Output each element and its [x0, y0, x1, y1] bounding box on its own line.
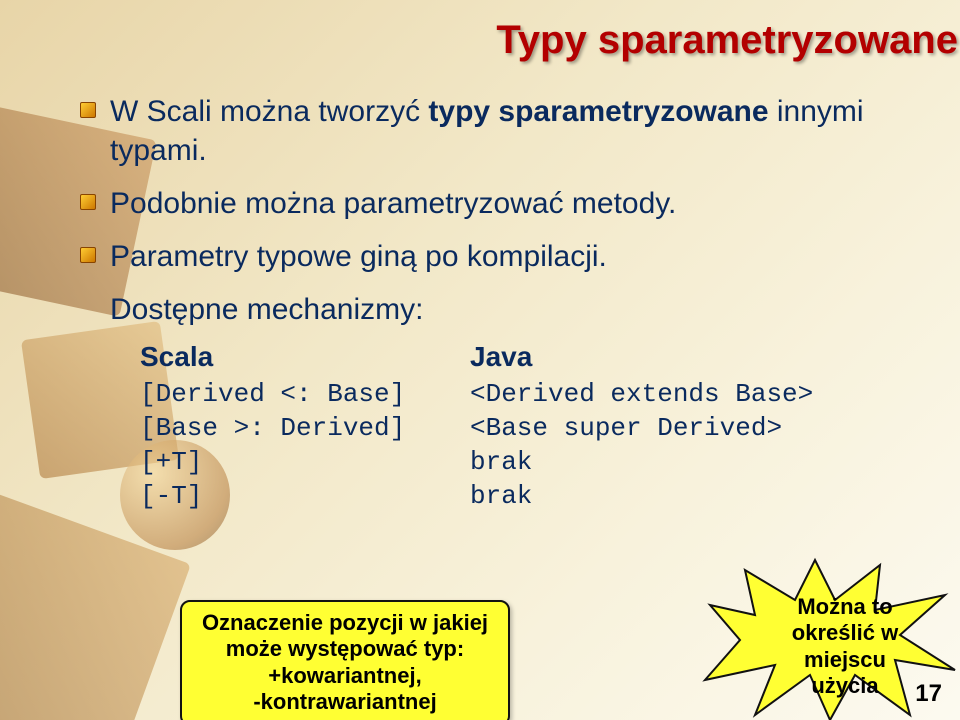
table-row: [Base >: Derived] <Base super Derived>	[140, 413, 920, 443]
table-cell: [+T]	[140, 447, 470, 477]
bullet-icon	[80, 102, 96, 118]
table-cell: [Derived <: Base]	[140, 379, 470, 409]
table-row: [-T] brak	[140, 481, 920, 511]
bullet-text: W Scali można tworzyć typy sparametryzow…	[110, 92, 920, 170]
bullet-icon	[80, 194, 96, 210]
callout-line: Oznaczenie pozycji w jakiej	[198, 610, 492, 636]
table-row: [+T] brak	[140, 447, 920, 477]
page-number: 17	[915, 680, 942, 708]
callout-line: miejscu użycia	[776, 647, 914, 700]
bullet-icon	[80, 247, 96, 263]
text-bold-fragment: typy sparametryzowane	[428, 95, 768, 128]
table-cell: brak	[470, 447, 910, 477]
table-header: Scala Java	[140, 341, 920, 373]
callout-line: Można to	[776, 594, 914, 620]
table-cell: [-T]	[140, 481, 470, 511]
table-cell: <Base super Derived>	[470, 413, 910, 443]
bullet-item: W Scali można tworzyć typy sparametryzow…	[80, 92, 920, 170]
callout-line: +kowariantnej,	[198, 663, 492, 689]
table-cell: <Derived extends Base>	[470, 379, 910, 409]
text-fragment: W Scali można tworzyć	[110, 95, 428, 128]
slide: Typy sparametryzowane W Scali można twor…	[0, 0, 960, 720]
callout-line: -kontrawariantnej	[198, 689, 492, 715]
table-header-java: Java	[470, 341, 910, 373]
callout-use-site: Można to określić w miejscu użycia	[760, 586, 930, 708]
bullet-text: Podobnie można parametryzować metody.	[110, 184, 676, 223]
mechanisms-label: Dostępne mechanizmy:	[110, 290, 920, 331]
table-cell: brak	[470, 481, 910, 511]
callout-line: określić w	[776, 620, 914, 646]
callout-variance: Oznaczenie pozycji w jakiej może występo…	[180, 600, 510, 720]
bullet-item: Parametry typowe giną po kompilacji.	[80, 237, 920, 276]
callout-line: może występować typ:	[198, 636, 492, 662]
slide-title: Typy sparametryzowane	[260, 18, 960, 63]
table-cell: [Base >: Derived]	[140, 413, 470, 443]
comparison-table: Scala Java [Derived <: Base] <Derived ex…	[140, 341, 920, 511]
table-header-scala: Scala	[140, 341, 470, 373]
bullet-text: Parametry typowe giną po kompilacji.	[110, 237, 607, 276]
bullet-item: Podobnie można parametryzować metody.	[80, 184, 920, 223]
slide-content: W Scali można tworzyć typy sparametryzow…	[80, 92, 920, 515]
table-row: [Derived <: Base] <Derived extends Base>	[140, 379, 920, 409]
